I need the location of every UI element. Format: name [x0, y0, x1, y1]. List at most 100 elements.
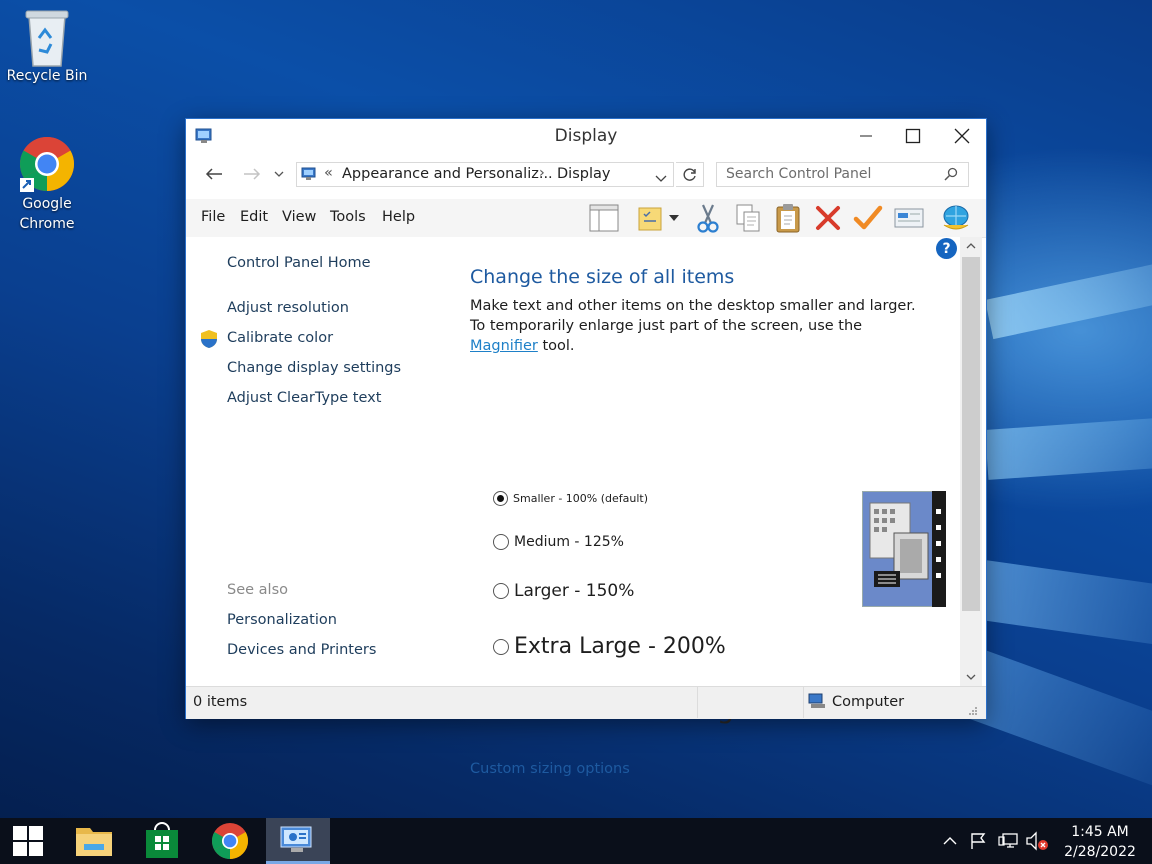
- radio-medium[interactable]: [493, 534, 509, 550]
- scissors-icon: [697, 204, 719, 233]
- devices-and-printers-link[interactable]: Devices and Printers: [227, 642, 376, 658]
- apply-button[interactable]: [852, 202, 884, 234]
- scroll-up-button[interactable]: [960, 237, 982, 255]
- breadcrumb-overflow[interactable]: «: [324, 165, 333, 181]
- radio-larger[interactable]: [493, 583, 509, 599]
- wallpaper-beam: [985, 411, 1152, 480]
- radio-smaller[interactable]: [493, 491, 508, 506]
- control-panel-home-link[interactable]: Control Panel Home: [227, 255, 371, 271]
- option-larger[interactable]: Larger - 150%: [493, 581, 634, 601]
- main-content-pane: Change the size of all items Make text a…: [440, 237, 960, 777]
- display-window: Display « Appearance and Personaliz... ›: [186, 119, 986, 777]
- menu-help[interactable]: Help: [382, 209, 415, 225]
- checkmark-icon: [853, 205, 883, 230]
- folder-checklist-icon: [638, 207, 662, 231]
- breadcrumb-appearance[interactable]: Appearance and Personaliz...: [342, 166, 553, 182]
- status-bar: 0 items Computer: [186, 686, 986, 719]
- clipboard-icon: [776, 204, 800, 233]
- close-button[interactable]: [938, 119, 986, 153]
- desktop-icon-label: Google Chrome: [19, 196, 75, 232]
- option-extra-large[interactable]: Extra Large - 200%: [493, 634, 726, 659]
- address-dropdown[interactable]: [655, 171, 667, 187]
- left-navigation-pane: Control Panel Home Adjust resolution Cal…: [186, 237, 440, 686]
- breadcrumb-display[interactable]: Display: [557, 166, 610, 182]
- help-button[interactable]: ?: [936, 238, 957, 259]
- menu-file[interactable]: File: [201, 209, 225, 225]
- vertical-scrollbar[interactable]: [960, 237, 982, 686]
- search-input[interactable]: Search Control Panel: [726, 166, 871, 182]
- address-bar[interactable]: « Appearance and Personaliz... › Display: [296, 162, 674, 187]
- search-box[interactable]: Search Control Panel: [716, 162, 969, 187]
- change-display-settings-link[interactable]: Change display settings: [227, 360, 401, 376]
- option-smaller[interactable]: Smaller - 100% (default): [493, 491, 648, 506]
- status-location: Computer: [832, 694, 905, 710]
- caret-down-icon: [669, 215, 679, 221]
- copy-icon: [736, 204, 760, 232]
- delete-button[interactable]: [812, 202, 844, 234]
- menu-view[interactable]: View: [282, 209, 316, 225]
- clock-time: 1:45 AM: [1071, 824, 1129, 840]
- desktop-icon-google-chrome[interactable]: Google Chrome: [5, 136, 89, 234]
- taskbar-control-panel-active[interactable]: [266, 818, 330, 864]
- radio-extra-large[interactable]: [493, 638, 509, 655]
- properties-button[interactable]: [893, 202, 925, 234]
- paste-button[interactable]: [772, 202, 804, 234]
- status-divider: [803, 687, 804, 718]
- adjust-cleartype-link[interactable]: Adjust ClearType text: [227, 390, 381, 406]
- minimize-button[interactable]: [842, 119, 890, 153]
- back-button[interactable]: [201, 161, 227, 187]
- layout-pane-button[interactable]: [588, 202, 620, 234]
- wallpaper-beam: [961, 650, 1152, 805]
- scroll-thumb[interactable]: [962, 257, 980, 611]
- magnifier-link[interactable]: Magnifier: [470, 338, 538, 354]
- custom-sizing-options-link[interactable]: Custom sizing options: [470, 761, 630, 777]
- file-explorer-icon: [76, 828, 112, 856]
- menu-tools[interactable]: Tools: [330, 209, 366, 225]
- scroll-down-button[interactable]: [960, 668, 982, 686]
- volume-muted[interactable]: [1024, 818, 1050, 864]
- control-panel-icon: [280, 826, 312, 852]
- taskbar-file-explorer[interactable]: [68, 818, 120, 864]
- maximize-button[interactable]: [889, 119, 937, 153]
- title-bar[interactable]: Display: [186, 119, 986, 153]
- resize-grip-icon[interactable]: [968, 704, 978, 720]
- chrome-icon: [19, 136, 75, 192]
- show-hidden-icons-button[interactable]: [938, 818, 962, 864]
- personalization-link[interactable]: Personalization: [227, 612, 337, 628]
- minimize-icon: [860, 135, 872, 137]
- cut-button[interactable]: [692, 202, 724, 234]
- desktop-icon-recycle-bin[interactable]: Recycle Bin: [5, 8, 89, 86]
- windows-logo-icon: [13, 826, 43, 856]
- menu-edit[interactable]: Edit: [240, 209, 268, 225]
- chevron-down-icon: [655, 175, 667, 182]
- start-button[interactable]: [0, 818, 56, 864]
- status-item-count: 0 items: [193, 694, 248, 710]
- network-status[interactable]: [996, 818, 1022, 864]
- properties-dropdown[interactable]: [666, 202, 682, 234]
- chevron-up-icon: [966, 243, 976, 249]
- close-icon: [954, 128, 970, 144]
- refresh-button[interactable]: [676, 162, 704, 187]
- speaker-muted-icon: [1026, 831, 1048, 851]
- taskbar-google-chrome[interactable]: [204, 818, 256, 864]
- chevron-down-icon: [274, 171, 284, 177]
- option-medium[interactable]: Medium - 125%: [493, 534, 624, 550]
- layout-pane-icon: [589, 204, 619, 232]
- delete-x-icon: [816, 206, 840, 230]
- forward-button[interactable]: [239, 161, 265, 187]
- action-center-flag[interactable]: [966, 818, 990, 864]
- properties-folder-button[interactable]: [634, 202, 666, 234]
- calibrate-color-link[interactable]: Calibrate color: [227, 330, 333, 346]
- copy-button[interactable]: [732, 202, 764, 234]
- taskbar-microsoft-store[interactable]: [136, 818, 188, 864]
- search-icon[interactable]: [944, 167, 958, 185]
- uac-shield-icon: [200, 329, 218, 353]
- taskbar-clock[interactable]: 1:45 AM 2/28/2022: [1056, 822, 1144, 862]
- recycle-bin-icon: [19, 8, 75, 67]
- breadcrumb-separator[interactable]: ›: [539, 165, 545, 181]
- adjust-resolution-link[interactable]: Adjust resolution: [227, 300, 349, 316]
- network-globe-button[interactable]: [940, 202, 972, 234]
- refresh-icon: [683, 167, 696, 181]
- option-label: Larger - 150%: [514, 581, 635, 601]
- recent-locations-button[interactable]: [269, 161, 289, 187]
